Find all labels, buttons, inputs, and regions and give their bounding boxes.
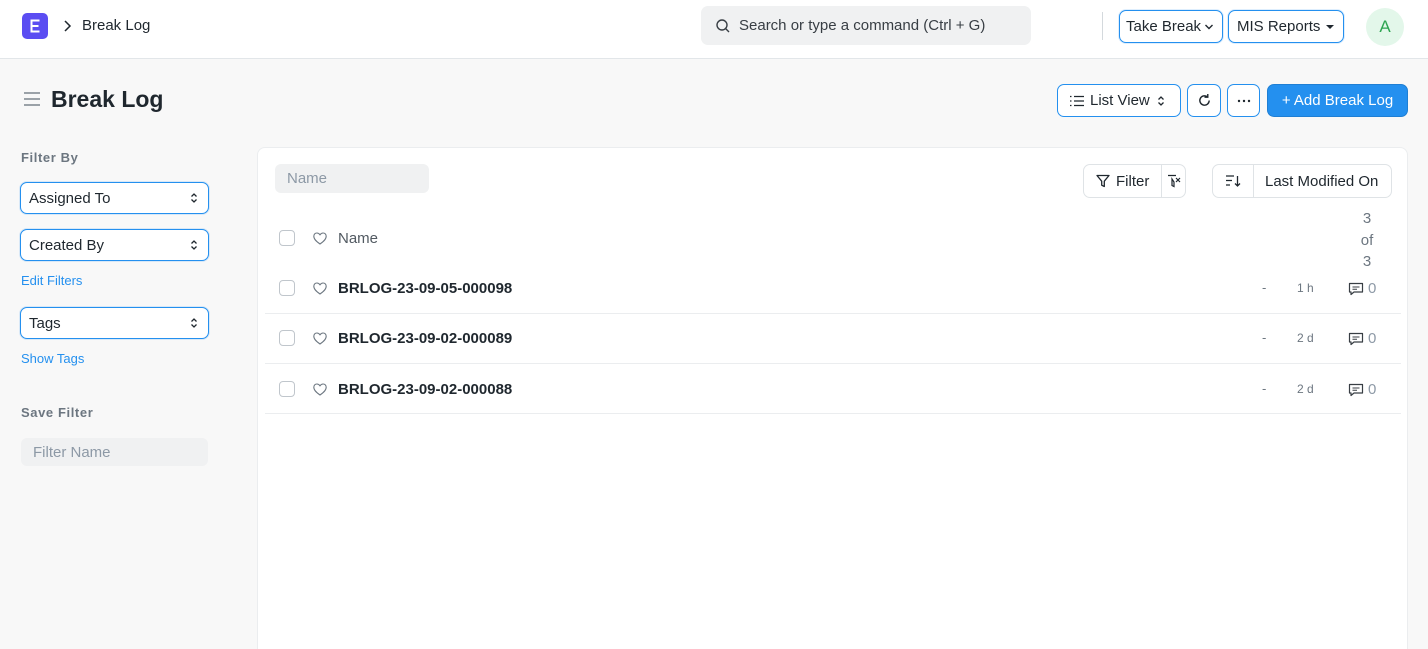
tags-label: Tags: [29, 314, 61, 332]
list-view-button[interactable]: List View: [1057, 84, 1181, 117]
sidebar-toggle-icon[interactable]: [24, 92, 40, 106]
sort-descending-icon: [1226, 175, 1241, 187]
sort-group: Last Modified On: [1212, 164, 1392, 198]
show-tags-link[interactable]: Show Tags: [21, 351, 84, 366]
heart-icon[interactable]: [313, 332, 327, 345]
navbar: Break Log Take Break MIS Reports A: [0, 0, 1428, 59]
select-arrows-icon: [191, 318, 197, 328]
filter-name-input[interactable]: [21, 438, 208, 466]
row-title-link[interactable]: BRLOG-23-09-02-000089: [338, 330, 512, 347]
take-break-label: Take Break: [1126, 18, 1202, 35]
comment-icon: [1348, 332, 1364, 346]
select-arrows-icon: [191, 240, 197, 250]
sort-by-button[interactable]: Last Modified On: [1265, 173, 1378, 190]
row-modified: 1 h: [1297, 281, 1314, 295]
heart-icon[interactable]: [313, 232, 327, 245]
chevron-right-icon: [64, 20, 72, 32]
heart-icon[interactable]: [313, 383, 327, 396]
row-modified: 2 d: [1297, 382, 1314, 396]
select-arrows-icon: [191, 193, 197, 203]
more-horizontal-icon: [1237, 99, 1250, 102]
list-icon: [1070, 95, 1084, 106]
search-icon: [716, 19, 730, 33]
caret-down-icon: [1326, 25, 1334, 29]
heart-icon[interactable]: [313, 282, 327, 295]
tags-select[interactable]: Tags: [20, 307, 209, 339]
clear-filters-button[interactable]: [1162, 165, 1186, 197]
filter-button[interactable]: Filter: [1084, 165, 1162, 197]
select-all-checkbox[interactable]: [279, 230, 295, 246]
search-input[interactable]: [739, 6, 1024, 45]
row-status: -: [1262, 381, 1267, 396]
created-by-select[interactable]: Created By: [20, 229, 209, 261]
filter-label: Filter: [1116, 172, 1150, 190]
row-divider: [265, 363, 1401, 364]
row-checkbox[interactable]: [279, 280, 295, 296]
created-by-label: Created By: [29, 236, 105, 254]
list-frame: Filter Last Modified On Name 3 of 3 BRLO…: [257, 147, 1408, 649]
refresh-icon: [1198, 93, 1210, 106]
list-view-label: List View: [1090, 92, 1150, 109]
page-title: Break Log: [51, 86, 164, 112]
column-header-name[interactable]: Name: [338, 230, 378, 247]
take-break-button[interactable]: Take Break: [1119, 10, 1223, 43]
result-count-shown: 3: [1362, 210, 1372, 227]
app-logo[interactable]: [22, 13, 48, 39]
breadcrumb[interactable]: Break Log: [82, 17, 150, 34]
row-status: -: [1262, 330, 1267, 345]
assigned-to-label: Assigned To: [29, 189, 111, 207]
comment-icon: [1348, 383, 1364, 397]
row-comment-count: 0: [1368, 330, 1377, 347]
add-break-log-button[interactable]: + Add Break Log: [1267, 84, 1408, 117]
row-checkbox[interactable]: [279, 381, 295, 397]
more-actions-button[interactable]: [1227, 84, 1260, 117]
row-status: -: [1262, 280, 1267, 295]
row-comment-count: 0: [1368, 381, 1377, 398]
edit-filters-link[interactable]: Edit Filters: [21, 273, 82, 288]
avatar[interactable]: A: [1366, 8, 1404, 46]
name-filter-input[interactable]: [275, 164, 429, 193]
result-count-total: 3: [1362, 253, 1372, 270]
mis-reports-label: MIS Reports: [1237, 18, 1321, 35]
row-divider: [265, 313, 1401, 314]
row-comment-count: 0: [1368, 280, 1377, 297]
row-title-link[interactable]: BRLOG-23-09-02-000088: [338, 381, 512, 398]
filter-clear-icon: [1168, 174, 1181, 188]
filter-icon: [1096, 174, 1110, 188]
result-count: 3 of 3: [1352, 208, 1382, 273]
comment-icon: [1348, 282, 1364, 296]
row-divider: [265, 413, 1401, 414]
result-count-of: of: [1360, 231, 1374, 249]
sort-direction-button[interactable]: [1213, 165, 1254, 197]
assigned-to-select[interactable]: Assigned To: [20, 182, 209, 214]
filter-by-heading: Filter By: [21, 150, 79, 165]
row-modified: 2 d: [1297, 331, 1314, 345]
row-checkbox[interactable]: [279, 330, 295, 346]
chevron-down-icon: [1205, 24, 1213, 30]
mis-reports-button[interactable]: MIS Reports: [1228, 10, 1344, 43]
filter-group: Filter: [1083, 164, 1186, 198]
row-title-link[interactable]: BRLOG-23-09-05-000098: [338, 280, 512, 297]
navbar-divider: [1102, 12, 1103, 40]
refresh-button[interactable]: [1187, 84, 1221, 117]
save-filter-heading: Save Filter: [21, 405, 94, 420]
search-bar[interactable]: [701, 6, 1031, 45]
select-arrows-icon: [1157, 95, 1164, 106]
